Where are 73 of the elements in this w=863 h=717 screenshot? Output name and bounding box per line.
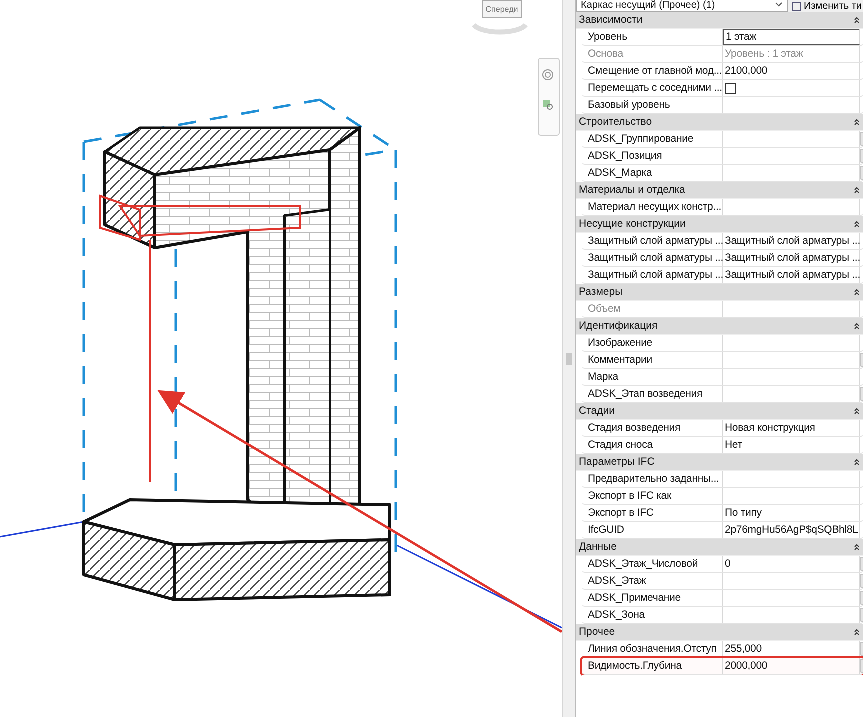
property-label: Видимость.Глубина — [588, 660, 682, 672]
property-label: Предварительно заданны... — [588, 473, 720, 485]
property-value: 1 этаж — [726, 31, 757, 43]
property-value: По типу — [725, 507, 762, 519]
property-value: 2100,000 — [725, 65, 768, 77]
edit-type-button[interactable]: Изменить ти — [790, 0, 863, 12]
collapse-icon[interactable] — [854, 16, 860, 24]
viewcube[interactable]: Спереди — [482, 0, 522, 18]
collapse-icon[interactable] — [854, 288, 860, 296]
property-label: Перемещать с соседними ... — [588, 82, 722, 94]
property-label: Основа — [588, 48, 624, 60]
property-value: Защитный слой арматуры ... — [725, 252, 860, 264]
property-label: ADSK_Зона — [588, 609, 645, 621]
zoom-icon[interactable] — [542, 99, 554, 111]
type-selector[interactable]: Каркас несущий (Прочее) (1) — [576, 0, 788, 12]
group-header[interactable]: Размеры — [576, 284, 863, 301]
group-header[interactable]: Данные — [576, 539, 863, 556]
collapse-icon[interactable] — [854, 186, 860, 194]
property-label: Изображение — [588, 337, 652, 349]
property-label: ADSK_Марка — [588, 167, 652, 179]
property-value: 255,000 — [725, 643, 762, 655]
collapse-icon[interactable] — [854, 458, 860, 466]
collapse-icon[interactable] — [854, 322, 860, 330]
property-label: IfcGUID — [588, 524, 624, 536]
property-label: Линия обозначения.Отступ — [588, 643, 717, 655]
group-header[interactable]: Идентификация — [576, 318, 863, 335]
property-label: Стадия сноса — [588, 439, 653, 451]
navigation-bar[interactable] — [538, 58, 560, 136]
property-value: Нет — [725, 439, 742, 451]
property-label: Смещение от главной мод... — [588, 65, 722, 77]
group-header[interactable]: Несущие конструкции — [576, 216, 863, 233]
property-value: Новая конструкция — [725, 422, 816, 434]
collapse-icon[interactable] — [854, 407, 860, 415]
property-label: ADSK_Позиция — [588, 150, 662, 162]
checkbox[interactable] — [725, 82, 736, 94]
group-header[interactable]: Материалы и отделка — [576, 182, 863, 199]
group-header[interactable]: Стадии — [576, 403, 863, 420]
group-header[interactable]: Параметры IFC — [576, 454, 863, 471]
property-label: Марка — [588, 371, 618, 383]
property-label: Защитный слой арматуры ... — [588, 252, 724, 264]
collapse-icon[interactable] — [854, 543, 860, 551]
collapse-icon[interactable] — [854, 220, 860, 228]
property-label: ADSK_Этаж — [588, 575, 646, 587]
property-label: Экспорт в IFC как — [588, 490, 672, 502]
property-value: Защитный слой арматуры ... — [725, 269, 860, 281]
property-label: Комментарии — [588, 354, 652, 366]
property-label: ADSK_Этап возведения — [588, 388, 702, 400]
property-value: 2000,000 — [725, 660, 768, 672]
dropdown-icon[interactable] — [774, 2, 783, 8]
property-value: 2p76mgHu56AgP$qSQBhl8L — [725, 524, 858, 536]
splitter-grip[interactable] — [566, 352, 572, 364]
property-label: Объем — [588, 303, 621, 315]
property-label: ADSK_Примечание — [588, 592, 681, 604]
property-value: Защитный слой арматуры ... — [725, 235, 860, 247]
property-label: ADSK_Этаж_Числовой — [588, 558, 698, 570]
property-label: Материал несущих констр... — [588, 201, 722, 213]
property-value: 0 — [725, 558, 731, 570]
property-label: Базовый уровень — [588, 99, 670, 111]
collapse-icon[interactable] — [854, 628, 860, 636]
edit-type-icon — [792, 2, 801, 10]
property-label: Стадия возведения — [588, 422, 681, 434]
property-label: Защитный слой арматуры ... — [588, 269, 724, 281]
steering-wheel-icon[interactable] — [542, 69, 554, 81]
group-header[interactable]: Строительство — [576, 114, 863, 131]
group-header[interactable]: Зависимости — [576, 12, 863, 29]
property-label: ADSK_Группирование — [588, 133, 694, 145]
property-label: Защитный слой арматуры ... — [588, 235, 724, 247]
property-label: Экспорт в IFC — [588, 507, 654, 519]
value-field[interactable]: 1 этаж — [723, 29, 860, 45]
property-label: Уровень — [588, 31, 628, 43]
group-header[interactable]: Прочее — [576, 624, 863, 641]
property-value: Уровень : 1 этаж — [725, 48, 804, 60]
collapse-icon[interactable] — [854, 118, 860, 126]
